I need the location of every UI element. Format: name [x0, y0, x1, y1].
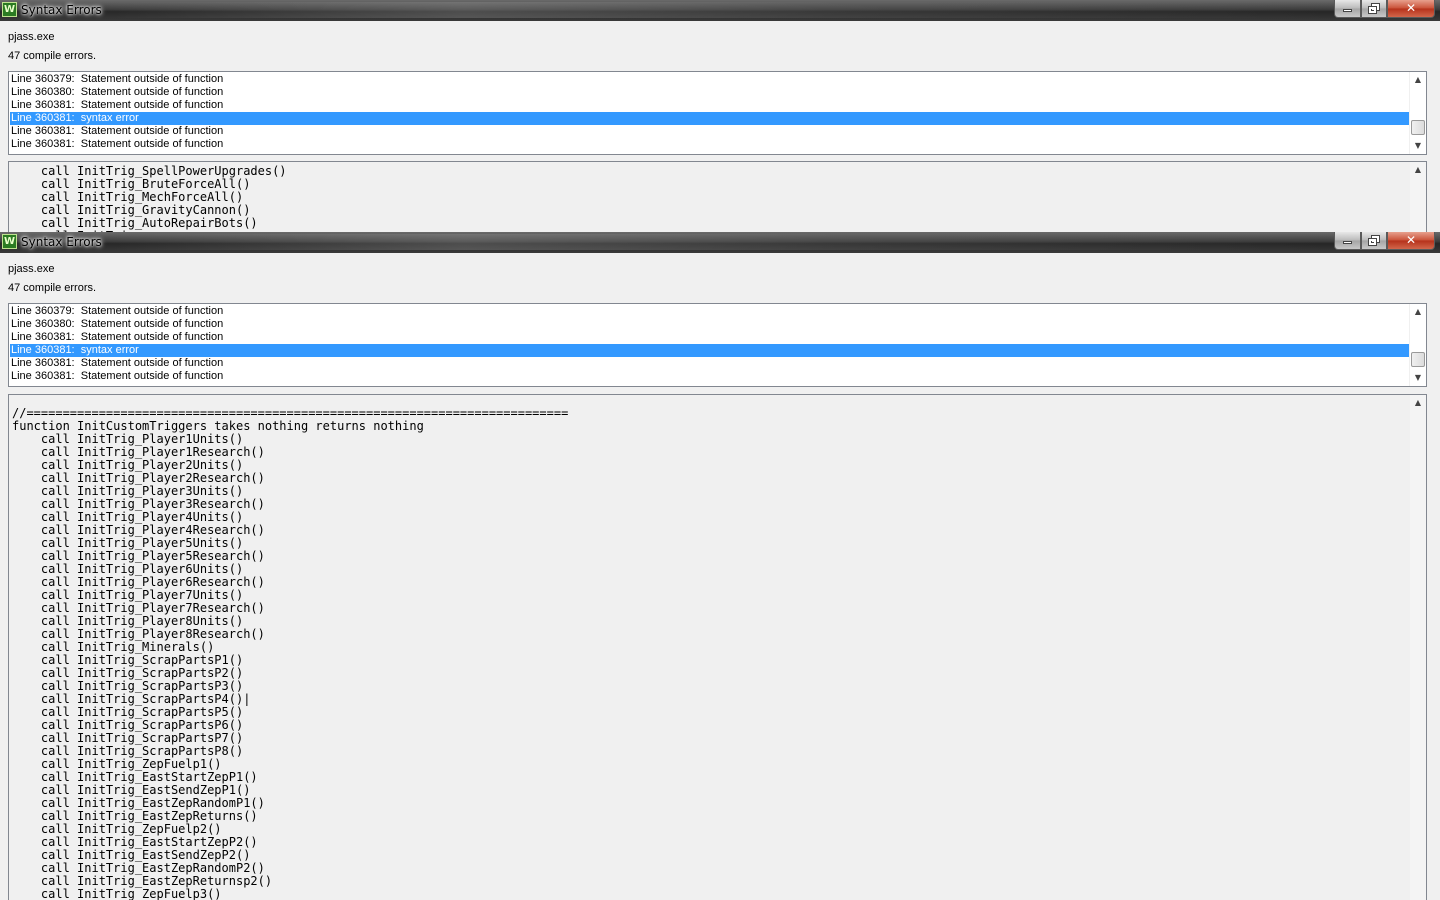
- error-list-scrollbar[interactable]: ▲ ▼: [1409, 72, 1426, 154]
- scroll-down-icon[interactable]: ▼: [1410, 370, 1426, 386]
- restore-icon: [1367, 235, 1380, 246]
- app-icon: W: [2, 234, 17, 249]
- scroll-thumb[interactable]: [1411, 120, 1425, 135]
- exe-label: pjass.exe: [8, 31, 55, 43]
- window-title: Syntax Errors: [21, 3, 102, 17]
- minimize-icon: [1343, 9, 1352, 12]
- error-list-item[interactable]: Line 360381: Statement outside of functi…: [10, 99, 1410, 112]
- close-button[interactable]: ✕: [1387, 232, 1435, 250]
- error-list-item[interactable]: Line 360381: syntax error: [10, 112, 1410, 125]
- error-list-item[interactable]: Line 360379: Statement outside of functi…: [10, 73, 1410, 86]
- close-icon: ✕: [1405, 233, 1417, 247]
- error-list-item[interactable]: Line 360381: Statement outside of functi…: [10, 370, 1410, 383]
- error-list-rows: Line 360379: Statement outside of functi…: [10, 305, 1410, 383]
- close-button[interactable]: ✕: [1387, 0, 1435, 18]
- minimize-button[interactable]: [1334, 232, 1361, 250]
- code-line[interactable]: call InitTrig_ZepFuelp3(): [12, 888, 1402, 900]
- error-list-item[interactable]: Line 360379: Statement outside of functi…: [10, 305, 1410, 318]
- error-list-item[interactable]: Line 360381: Statement outside of functi…: [10, 138, 1410, 151]
- error-list[interactable]: Line 360379: Statement outside of functi…: [8, 303, 1427, 387]
- app-icon: W: [2, 2, 17, 17]
- scroll-thumb[interactable]: [1411, 352, 1425, 367]
- scroll-up-icon[interactable]: ▲: [1410, 304, 1426, 320]
- code-view[interactable]: //======================================…: [8, 394, 1427, 900]
- title-bar[interactable]: W Syntax Errors ✕: [0, 0, 1440, 21]
- code-lines: call InitTrig_SpellPowerUpgrades() call …: [12, 165, 1402, 233]
- exe-label: pjass.exe: [8, 263, 55, 275]
- restore-button[interactable]: [1361, 232, 1387, 250]
- error-count-label: 47 compile errors.: [8, 282, 97, 294]
- scroll-down-icon[interactable]: ▼: [1410, 138, 1426, 154]
- error-list-item[interactable]: Line 360381: Statement outside of functi…: [10, 125, 1410, 138]
- error-list-item[interactable]: Line 360381: Statement outside of functi…: [10, 331, 1410, 344]
- syntax-errors-window-bottom: W Syntax Errors ✕ pjass.exe 47 compile e…: [0, 232, 1440, 900]
- error-list-item[interactable]: Line 360380: Statement outside of functi…: [10, 86, 1410, 99]
- error-count-label: 47 compile errors.: [8, 50, 97, 62]
- syntax-errors-window-top: W Syntax Errors ✕ pjass.exe 47 compile e…: [0, 0, 1440, 232]
- scroll-up-icon[interactable]: ▲: [1410, 395, 1426, 411]
- window-title: Syntax Errors: [21, 235, 102, 249]
- scroll-up-icon[interactable]: ▲: [1410, 72, 1426, 88]
- minimize-button[interactable]: [1334, 0, 1361, 18]
- code-view[interactable]: call InitTrig_SpellPowerUpgrades() call …: [8, 161, 1427, 232]
- restore-button[interactable]: [1361, 0, 1387, 18]
- error-list-rows: Line 360379: Statement outside of functi…: [10, 73, 1410, 151]
- code-lines: //======================================…: [12, 407, 1402, 900]
- error-list-item[interactable]: Line 360381: Statement outside of functi…: [10, 357, 1410, 370]
- code-scrollbar[interactable]: ▲: [1409, 162, 1426, 232]
- minimize-icon: [1343, 241, 1352, 244]
- title-bar[interactable]: W Syntax Errors ✕: [0, 232, 1440, 253]
- code-scrollbar[interactable]: ▲: [1409, 395, 1426, 900]
- close-icon: ✕: [1405, 1, 1417, 15]
- restore-icon: [1367, 3, 1380, 14]
- code-line[interactable]: call InitTrig_Player8Research(): [12, 628, 1402, 641]
- error-list-item[interactable]: Line 360380: Statement outside of functi…: [10, 318, 1410, 331]
- error-list-item[interactable]: Line 360381: syntax error: [10, 344, 1410, 357]
- scroll-up-icon[interactable]: ▲: [1410, 162, 1426, 178]
- error-list[interactable]: Line 360379: Statement outside of functi…: [8, 71, 1427, 155]
- code-line[interactable]: call InitTrig_AutoRepairBots(): [12, 217, 1402, 230]
- error-list-scrollbar[interactable]: ▲ ▼: [1409, 304, 1426, 386]
